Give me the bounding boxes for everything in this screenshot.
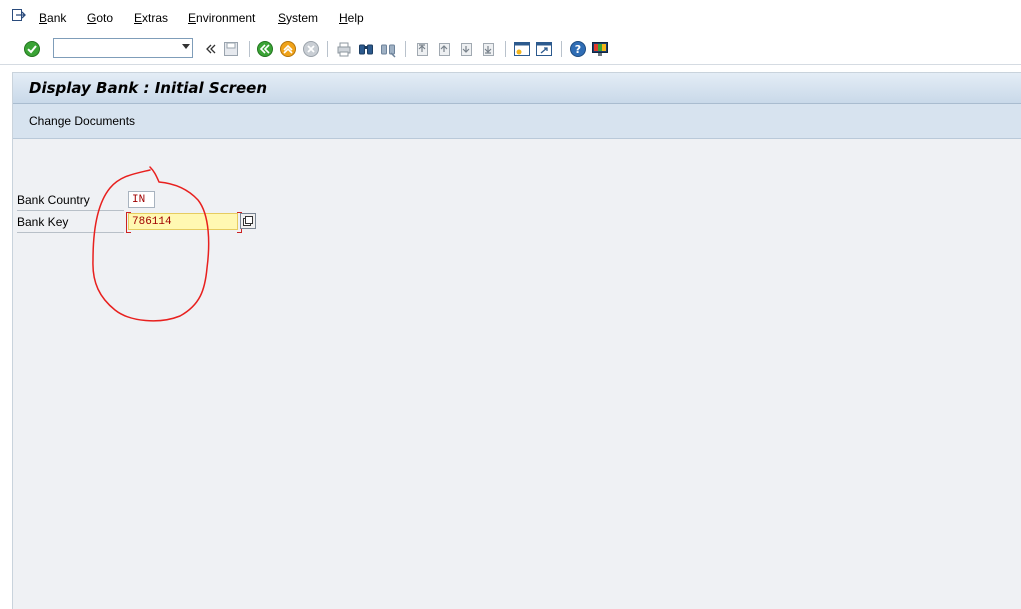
find-next-icon[interactable] [379, 40, 397, 58]
customize-layout-icon[interactable] [591, 40, 609, 58]
help-icon[interactable]: ? [569, 40, 587, 58]
enter-icon[interactable] [23, 40, 41, 58]
menu-system[interactable]: System [278, 11, 318, 25]
value-help-icon [243, 216, 253, 226]
menu-extras[interactable]: Extras [134, 11, 168, 25]
application-toolbar: Change Documents [13, 104, 1021, 139]
menu-environment[interactable]: Environment [188, 11, 255, 25]
value-help-button[interactable] [240, 213, 256, 229]
first-page-icon[interactable] [413, 40, 431, 58]
main-screen-area: Display Bank : Initial Screen Change Doc… [12, 72, 1021, 609]
command-field[interactable] [53, 38, 193, 58]
toolbar-separator [405, 41, 406, 57]
toolbar-separator [561, 41, 562, 57]
previous-page-icon[interactable] [435, 40, 453, 58]
page-title: Display Bank : Initial Screen [29, 79, 268, 97]
bank-country-input[interactable] [128, 191, 155, 208]
change-documents-button[interactable]: Change Documents [29, 114, 135, 128]
next-page-icon[interactable] [457, 40, 475, 58]
print-icon[interactable] [335, 40, 353, 58]
toolbar-separator [249, 41, 250, 57]
last-page-icon[interactable] [479, 40, 497, 58]
save-icon[interactable] [222, 40, 240, 58]
bank-key-label: Bank Key [17, 215, 124, 233]
menu-bar: Bank Goto Extras Environment System Help [0, 0, 1021, 35]
exit-icon[interactable] [279, 40, 297, 58]
title-bar: Display Bank : Initial Screen [13, 73, 1021, 104]
collapse-icon[interactable] [202, 40, 220, 58]
menu-help[interactable]: Help [339, 11, 364, 25]
command-field-dropdown-icon[interactable] [182, 44, 190, 49]
menu-goto[interactable]: Goto [87, 11, 113, 25]
command-field-input[interactable] [56, 40, 178, 58]
toolbar-separator [327, 41, 328, 57]
create-shortcut-icon[interactable] [535, 40, 553, 58]
create-session-icon[interactable] [513, 40, 531, 58]
menu-bank[interactable]: Bank [39, 11, 66, 25]
svg-text:?: ? [575, 43, 581, 56]
back-icon[interactable] [256, 40, 274, 58]
cancel-icon[interactable] [302, 40, 320, 58]
menu-exit-icon[interactable] [12, 9, 26, 21]
standard-toolbar: ? [0, 34, 1021, 65]
bank-country-label: Bank Country [17, 193, 124, 211]
bank-key-input[interactable] [128, 213, 238, 230]
find-icon[interactable] [357, 40, 375, 58]
toolbar-separator [505, 41, 506, 57]
